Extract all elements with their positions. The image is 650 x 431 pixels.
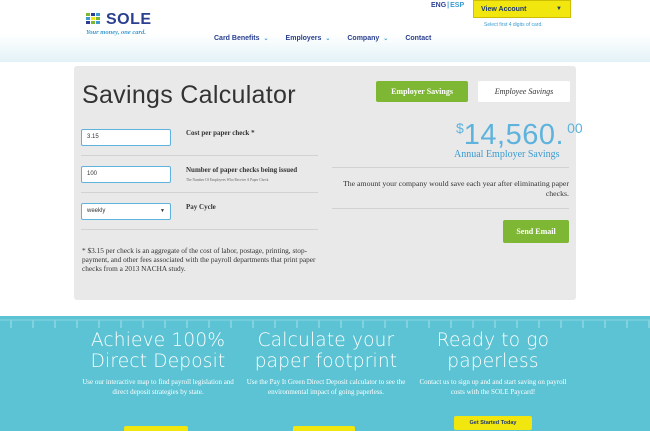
pay-cycle-value: weekly: [87, 208, 106, 214]
currency-symbol: $: [456, 120, 464, 136]
divider: [81, 229, 318, 230]
nav-label: Card Benefits: [214, 35, 260, 42]
paper-footprint-button[interactable]: [293, 426, 355, 431]
promo-title: Ready to go paperless: [436, 330, 550, 372]
annual-savings-label: Annual Employer Savings: [454, 149, 560, 160]
checks-issued-label: Number of paper checks being issued: [186, 166, 298, 174]
divider: [81, 192, 318, 193]
divider: [332, 167, 569, 168]
account-hint: Select first 4 digits of card.: [484, 22, 543, 28]
nav-employers[interactable]: Employers ⌄: [286, 35, 331, 42]
checks-issued-input[interactable]: 100: [81, 166, 171, 183]
nav-contact[interactable]: Contact: [405, 35, 431, 42]
lang-separator: |: [447, 2, 450, 9]
lang-eng[interactable]: ENG: [431, 2, 446, 9]
savings-calculator-panel: Savings Calculator Employer Savings Empl…: [74, 66, 583, 300]
cost-footnote: * $3.15 per check is an aggregate of the…: [82, 246, 316, 273]
nav-card-benefits[interactable]: Card Benefits ⌄: [214, 35, 269, 42]
savings-cents: 00: [567, 120, 583, 136]
pay-cycle-label: Pay Cycle: [186, 203, 216, 211]
annual-savings-amount: $14,560. 00: [456, 119, 583, 152]
site-header: SOLE Your money, one card. Card Benefits…: [0, 0, 650, 62]
nav-label: Company: [347, 35, 380, 42]
promo-paper-footprint: Calculate your paper footprint Use the P…: [246, 330, 406, 397]
lang-esp[interactable]: ESP: [450, 2, 464, 9]
get-started-button[interactable]: Get Started Today: [454, 416, 532, 430]
band-pattern: [0, 319, 650, 328]
direct-deposit-button[interactable]: [124, 426, 188, 431]
promo-direct-deposit: Achieve 100% Direct Deposit Use our inte…: [78, 330, 238, 397]
caret-down-icon: ▼: [556, 6, 562, 12]
nav-label: Contact: [405, 35, 432, 42]
main-nav: Card Benefits ⌄ Employers ⌄ Company ⌄ Conta…: [214, 35, 448, 42]
sole-logo[interactable]: SOLE Your money, one card.: [86, 11, 166, 37]
promo-go-paperless: Ready to go paperless Contact us to sign…: [413, 330, 573, 397]
cost-per-check-input[interactable]: 3.15: [81, 129, 171, 146]
employer-savings-tab[interactable]: Employer Savings: [376, 81, 468, 102]
page-title: Savings Calculator: [82, 81, 296, 109]
promo-desc: Use the Pay It Green Direct Deposit calc…: [246, 378, 406, 396]
checks-issued-sublabel: The Number Of Employees Who Receive A Pa…: [186, 178, 269, 182]
cost-per-check-label: Cost per paper check *: [186, 129, 255, 137]
promo-desc: Contact us to sign up and and start savi…: [419, 378, 567, 396]
promo-desc: Use our interactive map to find payroll …: [82, 378, 234, 396]
promo-title: Achieve 100% Direct Deposit: [90, 330, 226, 372]
caret-down-icon: ▼: [160, 208, 165, 214]
chevron-down-icon: ⌄: [383, 36, 389, 42]
divider: [81, 155, 318, 156]
logo-mosaic-icon: [86, 13, 104, 27]
send-email-button[interactable]: Send Email: [503, 220, 569, 243]
language-switcher: ENG|ESP: [431, 2, 464, 9]
logo-wordmark: SOLE: [106, 11, 152, 28]
view-account-label: View Account: [481, 6, 527, 13]
promo-band: Achieve 100% Direct Deposit Use our inte…: [0, 316, 650, 431]
promo-title: Calculate your paper footprint: [254, 330, 398, 372]
divider: [332, 208, 569, 209]
employee-savings-tab[interactable]: Employee Savings: [478, 81, 570, 102]
chevron-down-icon: ⌄: [263, 36, 269, 42]
view-account-button[interactable]: View Account ▼: [473, 0, 571, 18]
savings-whole: 14,560.: [463, 119, 565, 151]
nav-label: Employers: [285, 35, 322, 42]
chevron-down-icon: ⌄: [325, 36, 331, 42]
savings-summary: The amount your company would save each …: [342, 179, 569, 198]
nav-company[interactable]: Company ⌄: [347, 35, 388, 42]
logo-tagline: Your money, one card.: [86, 29, 146, 36]
pay-cycle-select[interactable]: weekly ▼: [81, 203, 171, 220]
